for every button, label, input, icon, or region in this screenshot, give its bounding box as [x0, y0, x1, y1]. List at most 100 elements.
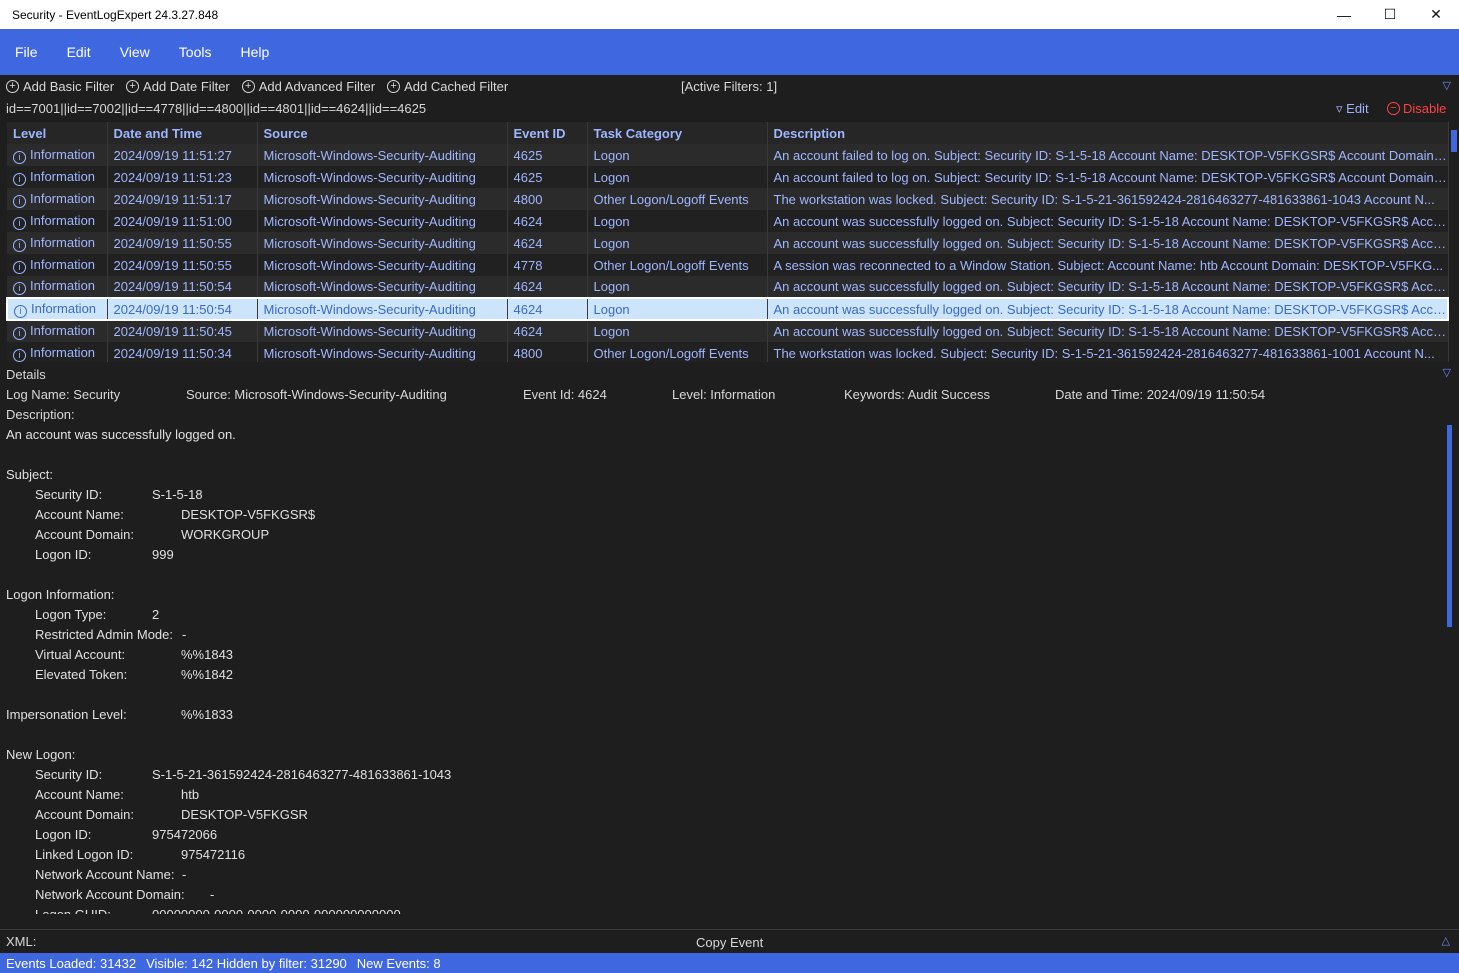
table-row[interactable]: i Information 2024/09/19 11:50:55 Microsoft…: [7, 254, 1449, 276]
filter-icon: ▿: [1336, 101, 1343, 116]
detail-field-label: Elevated Token:: [35, 667, 128, 682]
details-scrollbar[interactable]: [1447, 425, 1452, 627]
column-task-category[interactable]: Task Category: [587, 122, 768, 144]
cell-level: i Information: [7, 342, 108, 362]
cell-source-text: Microsoft-Windows-Security-Auditing: [263, 213, 476, 229]
cell-description: An account was successfully logged on. S…: [767, 297, 1449, 321]
table-row[interactable]: i Information 2024/09/19 11:50:34 Microsoft…: [7, 342, 1449, 362]
cell-date-time: 2024/09/19 11:50:45: [107, 320, 258, 342]
cell-event-id-text: 4624: [513, 235, 543, 251]
close-button[interactable]: ✕: [1413, 0, 1459, 29]
column-event-id[interactable]: Event ID: [507, 122, 588, 144]
cell-task-category-text: Logon: [593, 324, 630, 339]
column-level[interactable]: Level: [7, 122, 108, 144]
menu-view[interactable]: View: [109, 44, 161, 60]
table-row[interactable]: i Information 2024/09/19 11:50:55 Microsoft…: [7, 232, 1449, 254]
cell-event-id-text: 4625: [513, 169, 543, 185]
cell-task-category: Logon: [587, 276, 768, 298]
table-scrollbar[interactable]: [1451, 130, 1457, 152]
column-source[interactable]: Source: [257, 122, 508, 144]
detail-field-label: Network Account Name:: [35, 867, 175, 882]
disable-filter-button[interactable]: − Disable: [1387, 101, 1446, 116]
cell-date-time-text: 2024/09/19 11:51:27: [113, 147, 232, 163]
detail-field-value: 975472066: [152, 827, 218, 842]
cell-source-text: Microsoft-Windows-Security-Auditing: [263, 345, 476, 361]
info-icon: i: [14, 304, 27, 318]
table-row[interactable]: i Information 2024/09/19 11:50:54 Microsoft…: [6, 297, 1449, 321]
cell-description: An account failed to log on. Subject: Se…: [767, 166, 1449, 188]
info-icon: i: [13, 172, 26, 186]
expand-icon[interactable]: △: [1442, 934, 1450, 947]
cell-task-category: Logon: [587, 232, 768, 254]
table-row[interactable]: i Information 2024/09/19 11:51:23 Microsoft…: [7, 166, 1449, 188]
cell-level-text: Information: [31, 300, 97, 316]
disable-icon: −: [1387, 102, 1400, 115]
cell-task-category-text: Logon: [593, 169, 630, 185]
detail-field-label: Account Domain:: [35, 527, 134, 542]
table-header: Level Date and Time Source Event ID Task…: [7, 122, 1449, 144]
cell-task-category: Other Logon/Logoff Events: [587, 188, 768, 210]
menu-edit[interactable]: Edit: [56, 44, 102, 60]
cell-event-id: 4624: [507, 276, 588, 298]
detail-field-label: Network Account Domain:: [35, 887, 185, 902]
detail-field-label: Account Domain:: [35, 807, 134, 822]
add-basic-filter-label: Add Basic Filter: [23, 79, 115, 94]
menu-help[interactable]: Help: [229, 44, 280, 60]
info-icon: i: [13, 282, 26, 295]
collapse-icon[interactable]: ▽: [1443, 79, 1451, 92]
cell-level-text: Information: [30, 234, 96, 250]
cell-date-time: 2024/09/19 11:50:54: [107, 297, 258, 321]
edit-filter-button[interactable]: ▿ Edit: [1336, 101, 1369, 117]
maximize-button[interactable]: ☐: [1367, 0, 1413, 29]
cell-source-text: Microsoft-Windows-Security-Auditing: [263, 191, 476, 207]
table-row[interactable]: i Information 2024/09/19 11:51:00 Microsoft…: [7, 210, 1449, 232]
collapse-icon[interactable]: ▽: [1443, 366, 1451, 379]
cell-event-id-text: 4800: [513, 191, 543, 207]
cell-source: Microsoft-Windows-Security-Auditing: [257, 166, 508, 188]
detail-field-value: 999: [152, 547, 174, 562]
cell-level-text: Information: [30, 168, 96, 184]
info-icon: i: [13, 194, 26, 208]
detail-field-value: 2: [152, 607, 160, 622]
window-title: Security - EventLogExpert 24.3.27.848: [12, 7, 219, 22]
detail-field-label: Logon GUID:: [35, 907, 111, 914]
menu-file[interactable]: File: [4, 44, 49, 60]
cell-task-category-text: Logon: [593, 213, 630, 229]
table-row[interactable]: i Information 2024/09/19 11:50:45 Microsoft…: [7, 320, 1449, 342]
detail-heading: Logon Information:: [6, 587, 115, 602]
cell-source: Microsoft-Windows-Security-Auditing: [257, 188, 508, 210]
add-advanced-filter-button[interactable]: + Add Advanced Filter: [241, 79, 375, 94]
menu-tools[interactable]: Tools: [168, 44, 223, 60]
cell-level: i Information: [7, 232, 108, 254]
cell-task-category: Other Logon/Logoff Events: [587, 342, 768, 362]
table-row[interactable]: i Information 2024/09/19 11:50:54 Microsoft…: [7, 276, 1449, 298]
cell-event-id: 4624: [507, 232, 588, 254]
add-date-filter-button[interactable]: + Add Date Filter: [126, 79, 230, 94]
cell-source-text: Microsoft-Windows-Security-Auditing: [263, 257, 476, 273]
detail-field-label: Logon ID:: [35, 547, 92, 562]
cell-date-time: 2024/09/19 11:51:27: [107, 144, 258, 166]
cell-date-time-text: 2024/09/19 11:51:00: [113, 213, 232, 229]
add-basic-filter-button[interactable]: + Add Basic Filter: [6, 79, 114, 94]
edit-filter-label: Edit: [1346, 101, 1369, 116]
cell-description-text: An account was successfully logged on. S…: [773, 301, 1448, 317]
detail-level: Level: Information: [672, 387, 776, 402]
cell-description-text: An account failed to log on. Subject: Se…: [773, 147, 1448, 163]
cell-description: An account was successfully logged on. S…: [767, 232, 1449, 254]
cell-date-time: 2024/09/19 11:51:23: [107, 166, 258, 188]
copy-event-button[interactable]: Copy Event: [696, 935, 763, 950]
status-events-loaded: Events Loaded: 31432: [6, 955, 137, 971]
detail-field-label: Security ID:: [35, 487, 103, 502]
cell-event-id: 4625: [507, 166, 588, 188]
column-description[interactable]: Description: [767, 122, 1449, 144]
minimize-button[interactable]: —: [1321, 0, 1367, 29]
table-row[interactable]: i Information 2024/09/19 11:51:17 Microsoft…: [7, 188, 1449, 210]
detail-field-value: -: [182, 867, 187, 882]
menu-bar: File Edit View Tools Help: [0, 29, 1459, 75]
column-date-time[interactable]: Date and Time: [107, 122, 258, 144]
detail-field-value: %%1843: [181, 647, 234, 662]
table-row[interactable]: i Information 2024/09/19 11:51:27 Microsoft…: [7, 144, 1449, 166]
info-icon: i: [13, 150, 26, 164]
add-cached-filter-button[interactable]: + Add Cached Filter: [387, 79, 508, 94]
detail-heading: Impersonation Level:: [6, 707, 127, 722]
